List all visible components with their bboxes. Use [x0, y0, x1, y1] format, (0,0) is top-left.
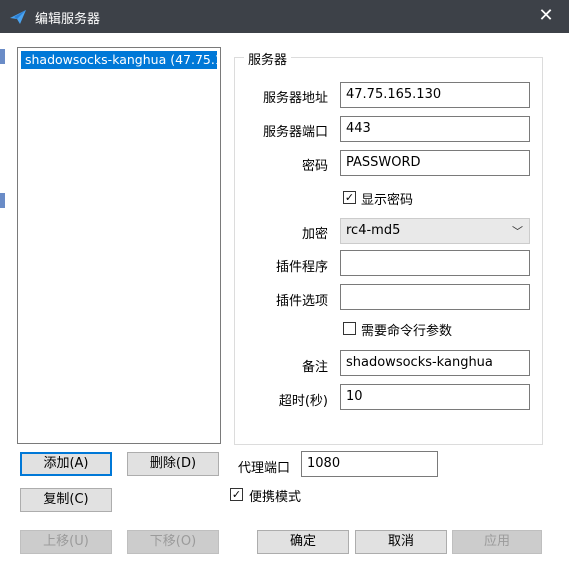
proxy-port-label: 代理端口 [237, 461, 290, 476]
encryption-value: rc4-md5 [346, 223, 401, 238]
plugin-options-label: 插件选项 [275, 294, 328, 309]
plugin-options-field[interactable] [340, 284, 530, 310]
password-label: 密码 [301, 159, 328, 174]
check-icon: ✓ [231, 488, 242, 501]
cancel-button[interactable]: 取消 [355, 530, 447, 554]
show-password-checkbox[interactable]: ✓ [343, 191, 356, 204]
plugin-args-checkbox[interactable] [343, 322, 356, 335]
timeout-label: 超时(秒) [278, 394, 328, 409]
timeout-field[interactable]: 10 [340, 384, 530, 410]
check-icon: ✓ [344, 191, 355, 204]
list-item[interactable]: shadowsocks-kanghua (47.75.165.130:443) [21, 51, 217, 69]
background-edge [0, 193, 5, 208]
address-field[interactable]: 47.75.165.130 [340, 82, 530, 108]
port-field[interactable]: 443 [340, 116, 530, 142]
group-title: 服务器 [244, 49, 292, 68]
portable-mode-label: 便携模式 [249, 490, 302, 505]
remark-field[interactable]: shadowsocks-kanghua [340, 350, 530, 376]
chevron-down-icon: ﹀ [512, 225, 523, 238]
plugin-args-label: 需要命令行参数 [361, 324, 453, 339]
title-bar: 编辑服务器 ✕ [0, 0, 569, 33]
copy-button[interactable]: 复制(C) [20, 488, 112, 512]
proxy-port-field[interactable]: 1080 [301, 451, 438, 477]
remark-label: 备注 [301, 360, 328, 375]
background-edge [0, 49, 5, 64]
add-button[interactable]: 添加(A) [20, 452, 112, 476]
move-up-button[interactable]: 上移(U) [20, 530, 112, 554]
plugin-field[interactable] [340, 250, 530, 276]
delete-button[interactable]: 删除(D) [127, 452, 219, 476]
paper-plane-icon [10, 10, 26, 24]
port-label: 服务器端口 [262, 125, 328, 140]
ok-button[interactable]: 确定 [257, 530, 349, 554]
close-icon[interactable]: ✕ [523, 0, 569, 33]
plugin-label: 插件程序 [275, 260, 328, 275]
show-password-label: 显示密码 [361, 193, 414, 208]
server-list[interactable]: shadowsocks-kanghua (47.75.165.130:443) [17, 47, 221, 444]
move-down-button[interactable]: 下移(O) [127, 530, 219, 554]
window-title: 编辑服务器 [35, 12, 101, 27]
encryption-label: 加密 [301, 227, 328, 242]
encryption-select[interactable]: rc4-md5 ﹀ [340, 218, 530, 244]
portable-mode-checkbox[interactable]: ✓ [230, 488, 243, 501]
password-field[interactable]: PASSWORD [340, 150, 530, 176]
apply-button[interactable]: 应用 [452, 530, 542, 554]
address-label: 服务器地址 [262, 91, 328, 106]
